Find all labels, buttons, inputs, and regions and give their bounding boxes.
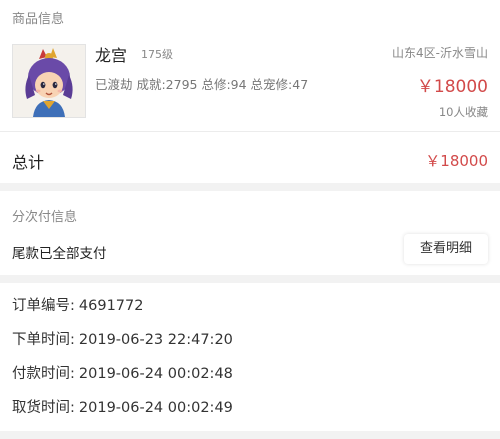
view-details-button[interactable]: 查看明细 (404, 234, 488, 264)
section-divider (0, 131, 500, 132)
installment-section-title: 分次付信息 (12, 210, 78, 225)
payment-time-value: 2019-06-24 00:02:48 (78, 366, 233, 382)
payment-time-row: 付款时间: 2019-06-24 00:02:48 (12, 362, 233, 383)
pickup-time-label: 取货时间: (12, 400, 75, 416)
order-info-section: 订单编号: 4691772 下单时间: 2019-06-23 22:47:20 付款… (0, 283, 500, 431)
goods-section-title: 商品信息 (12, 12, 65, 27)
total-label: 总计 (12, 153, 45, 172)
goods-price: ￥18000 (416, 77, 488, 97)
character-stats: 已渡劫 成就:2795 总修:94 总宠修:47 (95, 77, 309, 92)
server-name: 山东4区-沂水雪山 (392, 46, 488, 60)
goods-info-section: 商品信息 龙宫 175级 已渡劫 成就:2795 总修:94 总宠修:47 山东… (0, 0, 500, 183)
payment-status: 尾款已全部支付 (12, 246, 107, 262)
order-time-value: 2019-06-23 22:47:20 (78, 332, 233, 348)
order-time-label: 下单时间: (12, 332, 75, 348)
character-avatar-image (12, 44, 86, 118)
character-level: 175级 (141, 48, 173, 61)
order-number-value: 4691772 (78, 298, 144, 314)
order-time-row: 下单时间: 2019-06-23 22:47:20 (12, 328, 233, 349)
payment-time-label: 付款时间: (12, 366, 75, 382)
favorite-count: 10人收藏 (438, 105, 488, 119)
order-number-label: 订单编号: (12, 298, 75, 314)
character-name: 龙宫 (95, 46, 128, 65)
installment-info-section: 分次付信息 尾款已全部支付 查看明细 (0, 191, 500, 275)
total-value: ￥18000 (425, 152, 488, 170)
pickup-time-row: 取货时间: 2019-06-24 00:02:49 (12, 396, 233, 417)
pickup-time-value: 2019-06-24 00:02:49 (78, 400, 233, 416)
order-number-row: 订单编号: 4691772 (12, 294, 143, 315)
character-portrait-icon (13, 45, 85, 117)
